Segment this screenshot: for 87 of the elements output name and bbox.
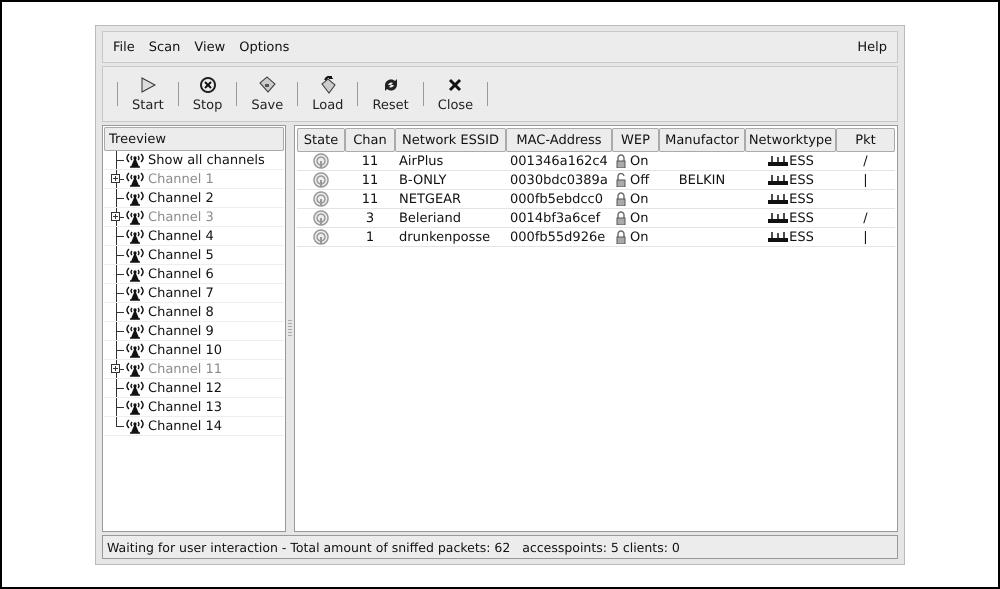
tree-item[interactable]: Channel 13 [148,400,222,414]
table-cell: 0014bf3a6cef [510,210,600,226]
antenna-icon [124,342,146,358]
table-cell: NETGEAR [399,192,462,206]
table-cell: | [863,230,868,244]
tree-item[interactable]: Channel 4 [148,228,214,244]
column-header[interactable]: Chan [345,128,395,152]
menu-item[interactable]: Options [235,38,294,56]
tree-item[interactable]: Show all channels [148,152,265,168]
table-cell: / [863,210,868,226]
tree-item[interactable]: Channel 10 [148,342,222,358]
table-cell: 0030bdc0389a [510,172,608,188]
antenna-icon [124,190,146,206]
toolbar-button[interactable]: Reset [366,73,415,115]
antenna-icon [124,247,146,263]
antenna-icon [124,171,146,187]
router-icon [767,155,790,167]
table-cell: 000fb55d926e [510,230,606,244]
column-header[interactable]: Manufactor [659,128,745,152]
table-cell: 3 [366,210,374,226]
table-cell: ESS [789,154,814,168]
tree-item[interactable]: Channel 14 [148,418,222,434]
table-cell: B-ONLY [399,172,446,188]
toolbar-button[interactable]: Close [432,73,480,115]
antenna-icon [124,380,146,396]
column-header[interactable]: State [297,128,345,152]
antenna-icon [124,209,146,225]
tree-item[interactable]: Channel 9 [148,324,214,338]
router-icon [767,193,790,205]
antenna-icon [124,323,146,339]
router-icon [767,174,790,186]
tree-item[interactable]: Channel 6 [148,266,214,282]
stop-icon [198,75,218,95]
table-cell: ESS [789,192,814,206]
menu-item[interactable]: File [109,38,139,56]
column-header[interactable]: Pkt [836,128,895,152]
antenna-icon [124,228,146,244]
toolbar-button[interactable]: Start [126,73,170,115]
table-cell: ESS [789,230,814,244]
antenna-icon [124,152,146,168]
tree-item[interactable]: Channel 8 [148,304,214,320]
router-icon [767,212,790,224]
table-cell: Off [630,172,650,188]
antenna-icon [124,399,146,415]
antenna-icon [124,418,146,434]
tree-item[interactable]: Channel 12 [148,380,222,396]
table-cell: ESS [789,172,814,188]
table-cell: 001346a162c4 [510,154,608,168]
column-header[interactable]: MAC-Address [506,128,612,152]
toolbar-button[interactable]: Stop [186,73,228,115]
column-header[interactable]: WEP [612,128,659,152]
expand-icon[interactable] [111,212,120,221]
table-cell: ESS [789,210,814,226]
toolbar-button[interactable]: Save [245,73,290,115]
antenna-icon [124,361,146,377]
table-cell: 11 [362,154,378,168]
column-header[interactable]: Networktype [745,128,836,152]
status-bar: Waiting for user interaction - Total amount of sniffed packets: 62 accesspoints: 5 clients: 0 [102,535,898,559]
column-header[interactable]: Treeview [104,127,284,151]
table-cell: 1 [366,230,374,244]
antenna-icon [124,304,146,320]
toolbar-button[interactable]: Load [306,73,350,115]
menu-item[interactable]: Help [853,38,891,56]
column-header[interactable]: Network ESSID [395,128,506,152]
table-cell: Beleriand [399,210,461,226]
menu-item[interactable]: Scan [144,38,184,56]
table-cell: BELKIN [678,172,726,188]
router-icon [767,231,790,243]
table-cell: On [630,210,648,226]
table-cell: | [863,172,868,188]
expand-icon[interactable] [111,364,120,373]
tree-item[interactable]: Channel 5 [148,248,214,262]
antenna-icon [124,285,146,301]
table-cell: drunkenposse [399,230,490,244]
table-cell: 11 [362,172,378,188]
table-cell: On [630,154,648,168]
antenna-icon [124,266,146,282]
menu-item[interactable]: View [190,38,230,56]
table-cell: / [863,154,868,168]
table-cell: 11 [362,192,378,206]
expand-icon[interactable] [111,174,120,183]
table-cell: On [630,230,648,244]
tree-item[interactable]: Channel 2 [148,190,214,206]
table-cell: On [630,192,648,206]
tree-item[interactable]: Channel 7 [148,286,214,300]
table-cell: AirPlus [399,154,444,168]
table-cell: 000fb5ebdcc0 [510,192,603,206]
